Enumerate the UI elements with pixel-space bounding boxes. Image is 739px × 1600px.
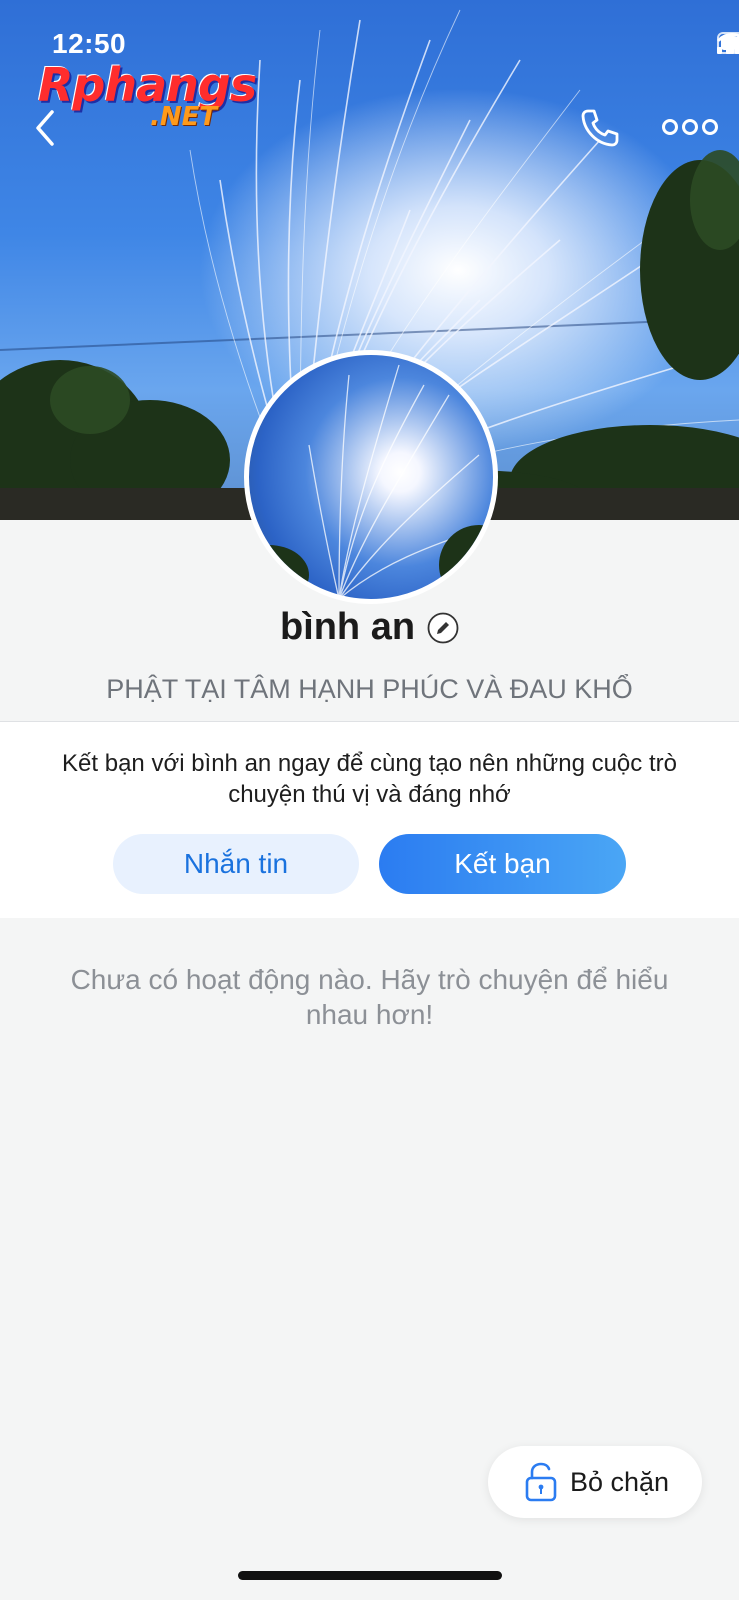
status-time: 12:50 — [52, 28, 127, 59]
chevron-left-icon — [36, 110, 54, 146]
battery-icon — [717, 32, 739, 54]
friend-request-panel: Kết bạn với bình an ngay để cùng tạo nên… — [0, 722, 739, 918]
add-friend-button[interactable]: Kết bạn — [379, 834, 626, 894]
call-button[interactable] — [578, 106, 622, 150]
watermark-subtext: .NET — [150, 102, 218, 132]
unblock-button[interactable]: Bỏ chặn — [488, 1446, 702, 1518]
unlock-icon — [525, 1462, 557, 1502]
empty-activity-text: Chưa có hoạt động nào. Hãy trò chuyện để… — [70, 964, 669, 1030]
avatar[interactable] — [244, 350, 498, 604]
watermark-logo: Rphangs .NET — [38, 58, 258, 138]
message-button[interactable]: Nhắn tin — [113, 834, 359, 894]
back-button[interactable] — [28, 108, 64, 148]
watermark-text: Rphangs — [38, 58, 257, 112]
home-indicator[interactable] — [238, 1571, 502, 1580]
profile-name-row: bình an — [0, 606, 739, 649]
friend-prompt-text: Kết bạn với bình an ngay để cùng tạo nên… — [62, 750, 677, 808]
phone-icon — [581, 109, 619, 147]
unblock-label: Bỏ chặn — [570, 1466, 670, 1497]
more-options-button[interactable] — [660, 112, 720, 142]
profile-name: bình an — [279, 606, 416, 648]
profile-status: PHẬT TẠI TÂM HẠNH PHÚC VÀ ĐAU KHỔ — [106, 674, 633, 704]
edit-pencil-icon[interactable] — [427, 612, 459, 644]
more-dots-icon — [662, 119, 718, 135]
